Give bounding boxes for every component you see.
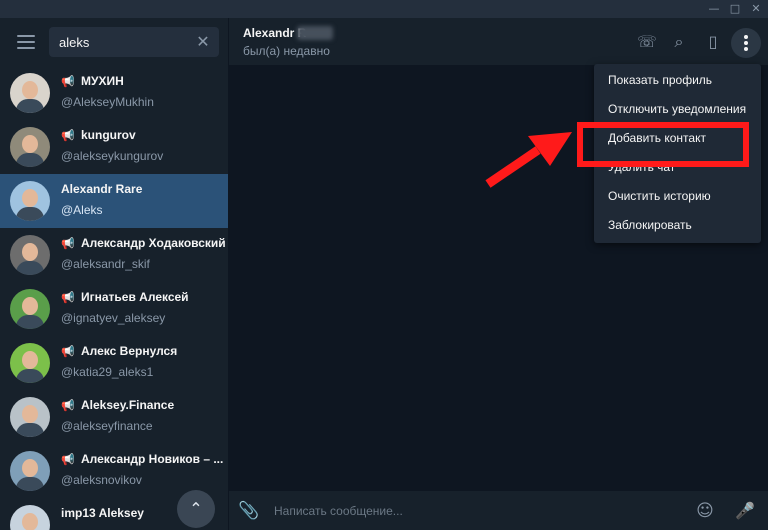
avatar xyxy=(10,181,50,221)
chat-list-item[interactable]: 📢 Алекс Вернулся @katia29_aleks1 xyxy=(0,336,228,390)
scroll-up-button[interactable]: ⌃ xyxy=(177,490,215,528)
megaphone-icon: 📢 xyxy=(61,75,75,88)
menu-icon[interactable] xyxy=(17,35,35,49)
avatar xyxy=(10,343,50,383)
chat-name-text: imp13 Aleksey xyxy=(61,506,144,520)
chat-handle: @AlekseyMukhin xyxy=(61,95,154,109)
chat-list-item[interactable]: 📢 МУХИН @AlekseyMukhin xyxy=(0,66,228,120)
message-input[interactable] xyxy=(274,502,654,520)
avatar xyxy=(10,73,50,113)
close-icon[interactable]: ✕ xyxy=(193,32,213,52)
chat-name: 📢 Игнатьев Алексей xyxy=(61,290,226,306)
chat-name: Alexandr Rare xyxy=(61,182,226,198)
chat-name: 📢 Александр Новиков – ... xyxy=(61,452,226,468)
chat-name-text: Алекс Вернулся xyxy=(81,344,178,358)
emoji-icon[interactable]: ☺ xyxy=(693,499,717,523)
chat-name: 📢 Aleksey.Finance xyxy=(61,398,226,414)
sidebar-toggle-icon[interactable]: ▯ xyxy=(701,30,725,54)
microphone-icon[interactable]: 🎤 xyxy=(733,499,757,523)
chat-list-item[interactable]: 📢 Игнатьев Алексей @ignatyev_aleksey xyxy=(0,282,228,336)
minimize-button[interactable]: — xyxy=(704,0,724,18)
chat-name-text: Aleksey.Finance xyxy=(81,398,175,412)
chat-handle: @Aleks xyxy=(61,203,103,217)
chat-name-text: Александр Новиков – ... xyxy=(81,452,224,466)
chat-name: 📢 МУХИН xyxy=(61,74,226,90)
chat-list-item[interactable]: 📢 kungurov @alekseykungurov xyxy=(0,120,228,174)
chat-name: 📢 kungurov xyxy=(61,128,226,144)
chat-name-text: Alexandr Rare xyxy=(61,182,143,196)
chat-handle: @aleksandr_skif xyxy=(61,257,150,271)
chat-list-item[interactable]: 📢 Александр Ходаковский @aleksandr_skif xyxy=(0,228,228,282)
chat-name-text: МУХИН xyxy=(81,74,124,88)
chat-list: 📢 МУХИН @AlekseyMukhin 📢 kungurov @alekseykun… xyxy=(0,66,228,530)
megaphone-icon: 📢 xyxy=(61,291,75,304)
chat-name: 📢 Александр Ходаковский xyxy=(61,236,226,252)
menu-item-clear-history[interactable]: Очистить историю xyxy=(594,182,761,210)
megaphone-icon: 📢 xyxy=(61,129,75,142)
megaphone-icon: 📢 xyxy=(61,237,75,250)
annotation-highlight-box xyxy=(577,122,749,167)
maximize-button[interactable]: □ xyxy=(725,0,745,18)
chat-name-text: Александр Ходаковский xyxy=(81,236,226,250)
search-icon[interactable]: ⌕ xyxy=(667,30,691,54)
paperclip-icon[interactable]: 📎 xyxy=(237,499,261,523)
avatar xyxy=(10,289,50,329)
chat-name: 📢 Алекс Вернулся xyxy=(61,344,226,360)
chat-list-item[interactable]: Alexandr Rare @Aleks xyxy=(0,174,228,228)
phone-icon[interactable]: ☏ xyxy=(635,30,659,54)
megaphone-icon: 📢 xyxy=(61,453,75,466)
chat-handle: @ignatyev_aleksey xyxy=(61,311,166,325)
menu-item-show-profile[interactable]: Показать профиль xyxy=(594,66,761,94)
search-box: ✕ xyxy=(49,27,219,57)
chat-handle: @alekseykungurov xyxy=(61,149,164,163)
chat-handle: @katia29_aleks1 xyxy=(61,365,154,379)
megaphone-icon: 📢 xyxy=(61,399,75,412)
chat-handle: @alekseyfinance xyxy=(61,419,153,433)
menu-item-mute[interactable]: Отключить уведомления xyxy=(594,95,761,123)
sidebar-header: ✕ xyxy=(0,18,228,66)
avatar xyxy=(10,505,50,530)
chat-name-text: Игнатьев Алексей xyxy=(81,290,189,304)
title-bar: — □ ✕ xyxy=(0,0,768,18)
chat-handle: @aleksnovikov xyxy=(61,473,142,487)
chat-header: Alexandr R был(а) недавно ☏ ⌕ ▯ xyxy=(229,18,768,66)
avatar xyxy=(10,127,50,167)
composer: 📎 ☺ 🎤 xyxy=(229,490,768,530)
chat-list-item[interactable]: 📢 Aleksey.Finance @alekseyfinance xyxy=(0,390,228,444)
sidebar: ✕ 📢 МУХИН @AlekseyMukhin 📢 kungurov @alekseyk… xyxy=(0,18,229,530)
search-input[interactable] xyxy=(59,33,189,51)
avatar xyxy=(10,451,50,491)
avatar xyxy=(10,397,50,437)
avatar xyxy=(10,235,50,275)
more-menu-button[interactable] xyxy=(731,28,761,58)
menu-item-block[interactable]: Заблокировать xyxy=(594,211,761,239)
window-close-button[interactable]: ✕ xyxy=(746,0,766,18)
megaphone-icon: 📢 xyxy=(61,345,75,358)
annotation-arrow xyxy=(485,132,572,188)
peer-status: был(а) недавно xyxy=(243,44,330,58)
redacted-text xyxy=(297,26,333,40)
chat-name-text: kungurov xyxy=(81,128,136,142)
